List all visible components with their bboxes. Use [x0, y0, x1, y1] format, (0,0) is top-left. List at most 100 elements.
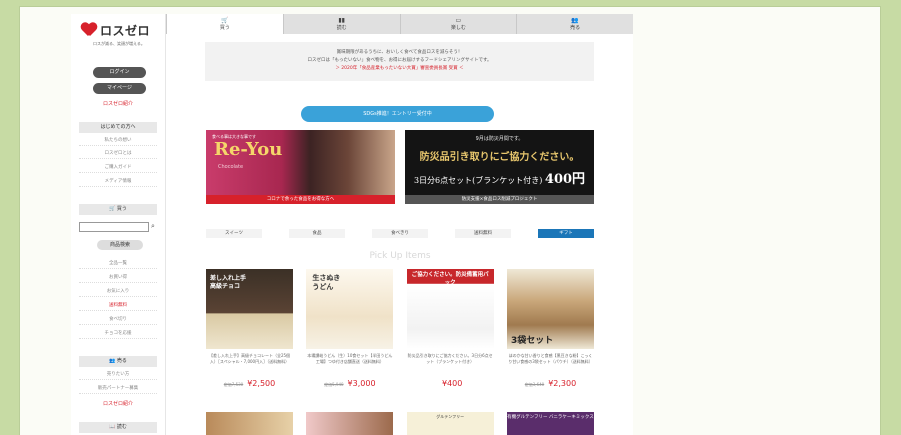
category-food[interactable]: 食品	[289, 229, 345, 238]
book-icon: 📖	[109, 424, 116, 430]
product-image[interactable]: 差し入れ上手高級チョコ	[206, 269, 293, 349]
price-row: ¥400	[407, 379, 494, 388]
tab-label: 読む	[336, 25, 347, 31]
notice-line: 賞味期限があるうちに、おいしく食べて食品ロスを減らそう！	[336, 50, 463, 55]
product-description: ほのかな甘い香りと食感【黒豆きな粉】こっくり甘い食感の3袋セット（パウチ）（送料…	[508, 353, 593, 364]
search-icon[interactable]: ⌕	[151, 222, 159, 231]
banner-subtitle: Chocolate	[218, 164, 244, 170]
category-filter: スイーツ 食品 食べきり 送料無料 ギフト	[206, 229, 594, 239]
category-free-shipping[interactable]: 送料無料	[455, 229, 511, 238]
banner-headline: 防災品引き取りにご協力ください。	[419, 152, 580, 163]
mypage-button[interactable]: マイページ	[93, 83, 146, 94]
disaster-banner-caption[interactable]: 防災支援×食品ロス削減プロジェクト	[405, 195, 594, 204]
monitor-icon: ▭	[455, 17, 462, 24]
product-description: 本場讃岐うどん（生）10食セット【半田うどん工場】つゆ付き店舗直送（送料無料）	[307, 353, 393, 364]
tab-sell[interactable]: 👥 売る	[516, 14, 633, 34]
product-card[interactable]: 生さぬきうどん 本場讃岐うどん（生）10食セット【半田うどん工場】つゆ付き店舗直…	[306, 269, 394, 388]
category-gift[interactable]: ギフト	[538, 229, 594, 238]
sale-price: ¥2,500	[247, 379, 276, 388]
list-price: 定価3,640	[524, 382, 545, 387]
product-image-text: 3袋セット	[510, 336, 554, 346]
sell-heading: 👥 売る	[79, 356, 157, 367]
list-price: 定価5,940	[324, 382, 344, 387]
about-link[interactable]: ロスゼロ紹介	[79, 100, 157, 107]
sidebar: ロスゼロ ロスが減る、笑顔が増える。 ログイン マイページ ロスゼロ紹介 はじめ…	[71, 14, 166, 435]
main-tabs: 🛒 買う ▮▮ 読む ▭ 楽しむ 👥 売る	[166, 14, 633, 34]
disaster-banner[interactable]: 9月は防災月間です。 防災品引き取りにご協力ください。 3日分6点セット(ブラン…	[405, 130, 594, 195]
cart-icon: 🛒	[221, 17, 229, 24]
sale-price: ¥3,000	[347, 379, 376, 388]
sale-price: ¥400	[441, 379, 463, 388]
tab-read[interactable]: ▮▮ 読む	[282, 14, 400, 34]
sdgs-entry-button[interactable]: SDGs推進！エントリー受付中	[301, 106, 494, 122]
banner-line: 9月は防災月間です。	[475, 136, 524, 142]
sidebar-link[interactable]: ロスゼロとは	[79, 150, 157, 159]
banner-title: Re-You	[214, 139, 283, 160]
logo-tagline: ロスが減る、笑顔が増える。	[93, 41, 145, 46]
product-card[interactable]: ご協力ください。防災備蓄用パック 防災品引き取りにご協力ください。3日分6点セッ…	[406, 269, 494, 388]
cart-icon: 🛒	[109, 206, 116, 212]
notice-line: ロスゼロは「もったいない」食べ物を、お得にお届けするフードシェアリングサイトです…	[307, 58, 492, 63]
sidebar-link[interactable]: 送料無料	[79, 302, 157, 311]
banner-offer: 3日分6点セット(ブランケット付き) 400円	[405, 168, 594, 187]
product-card[interactable]: 3袋セット ほのかな甘い香りと食感【黒豆きな粉】こっくり甘い食感の3袋セット（パ…	[506, 269, 594, 388]
heart-icon	[81, 23, 97, 38]
product-description: 防災品引き取りにご協力ください。3日分6点セット（ブランケット付き）	[407, 353, 493, 364]
sidebar-link[interactable]: メディア情報	[79, 178, 157, 187]
product-image[interactable]	[206, 412, 293, 435]
product-image[interactable]: 生さぬきうどん	[306, 269, 394, 349]
product-grid: 差し入れ上手高級チョコ 【差し入れ上手】高級チョコレート（全25個入）［スペシャ…	[206, 269, 594, 388]
login-button[interactable]: ログイン	[93, 67, 146, 78]
pickup-title: Pick Up Items	[369, 251, 431, 261]
sidebar-link[interactable]: ご購入ガイド	[79, 164, 157, 173]
sidebar-link[interactable]: お気に入り	[79, 288, 157, 297]
tab-enjoy[interactable]: ▭ 楽しむ	[399, 14, 517, 34]
product-search-button[interactable]: 商品検索	[97, 240, 143, 250]
price-row: 定価5,940 ¥3,000	[306, 379, 393, 388]
search-input[interactable]	[79, 222, 149, 232]
beginners-heading: はじめての方へ	[79, 122, 157, 133]
reyou-banner[interactable]: 食べる事は大きな事です Re-You Chocolate	[206, 130, 395, 195]
sidebar-link[interactable]: ロスゼロ紹介	[79, 400, 157, 407]
buy-heading-label: 買う	[116, 206, 127, 212]
award-link[interactable]: ＞ 2020年「食品産業もったいない大賞」審査委員長賞 受賞 ＜	[205, 65, 594, 73]
people-icon: 👥	[109, 358, 116, 364]
site-logo[interactable]: ロスゼロ	[81, 22, 150, 39]
tab-buy[interactable]: 🛒 買う	[166, 14, 283, 34]
site-page: ロスゼロ ロスが減る、笑顔が増える。 ログイン マイページ ロスゼロ紹介 はじめ…	[71, 14, 633, 435]
sidebar-link[interactable]: 売りたい方	[79, 371, 157, 380]
product-image[interactable]: 3袋セット	[506, 269, 594, 349]
sidebar-link[interactable]: 全品一覧	[79, 260, 157, 269]
tab-label: 楽しむ	[450, 25, 466, 31]
reyou-banner-caption[interactable]: コロナで余った食品をお得な方へ	[206, 195, 395, 204]
sidebar-link[interactable]: 私たちの想い	[79, 137, 157, 146]
sell-heading-label: 売る	[116, 358, 127, 364]
product-grid-row2: グルテンフリー 有機グルテンフリー バニラケーキミックス	[206, 412, 594, 435]
tab-label: 買う	[219, 25, 230, 31]
product-image-text: 生さぬきうどん	[312, 273, 341, 291]
product-image[interactable]	[306, 412, 394, 435]
buy-heading: 🛒 買う	[79, 204, 157, 215]
tab-label: 売る	[570, 25, 581, 31]
sidebar-link[interactable]: 販売パートナー募集	[79, 385, 157, 394]
product-image[interactable]: ご協力ください。防災備蓄用パック	[406, 269, 494, 349]
book-icon: ▮▮	[338, 17, 345, 24]
product-card[interactable]: 差し入れ上手高級チョコ 【差し入れ上手】高級チョコレート（全25個入）［スペシャ…	[206, 269, 293, 388]
price-row: 定価3,640 ¥2,300	[507, 379, 594, 388]
banner-offer-text: 3日分6点セット(ブランケット付き)	[413, 176, 543, 185]
sidebar-link[interactable]: 食べ切り	[79, 316, 157, 325]
product-image[interactable]: グルテンフリー	[406, 412, 494, 435]
read-heading: 📖 読む	[79, 422, 157, 433]
logo-text: ロスゼロ	[100, 24, 151, 38]
sidebar-link[interactable]: お買い得	[79, 274, 157, 283]
product-image-text: ご協力ください。防災備蓄用パック	[411, 272, 489, 286]
sidebar-link[interactable]: チョコを応援	[79, 330, 157, 339]
banner-offer-price: 400円	[544, 172, 586, 187]
category-eat-up[interactable]: 食べきり	[372, 229, 428, 238]
category-sweets[interactable]: スイーツ	[206, 229, 262, 238]
product-description: 【差し入れ上手】高級チョコレート（全25個入）［スペシャル・7,000円入］（送…	[208, 353, 291, 364]
site-notice: 賞味期限があるうちに、おいしく食べて食品ロスを減らそう！ ロスゼロは「もったいな…	[205, 42, 594, 81]
product-image-text: 差し入れ上手高級チョコ	[210, 275, 247, 290]
people-icon: 👥	[571, 17, 579, 24]
product-image[interactable]: 有機グルテンフリー バニラケーキミックス	[506, 412, 594, 435]
